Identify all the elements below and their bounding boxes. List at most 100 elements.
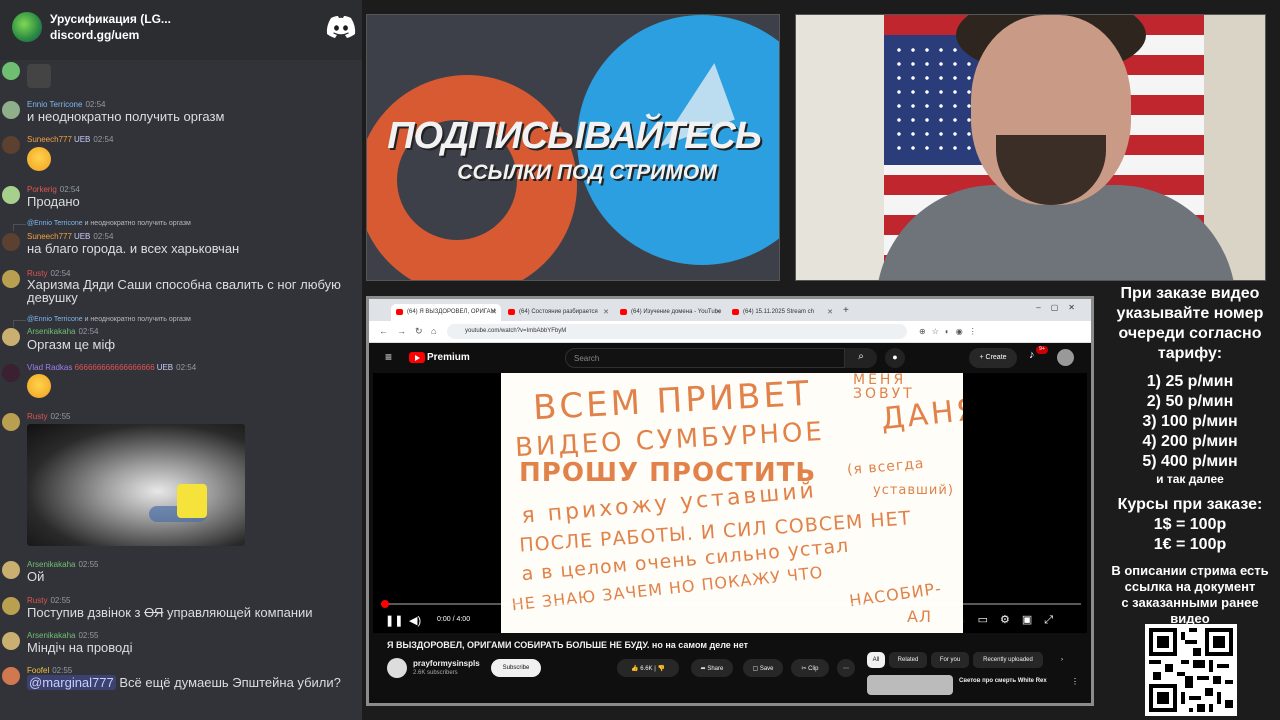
chat-header: Урусификация (LG... discord.gg/uem — [0, 0, 362, 60]
info-line: При заказе видео — [1120, 285, 1260, 302]
tab-close-icon[interactable]: ✕ — [491, 308, 497, 316]
user-avatar — [2, 632, 20, 650]
info-line: указывайте номер — [1116, 305, 1264, 322]
message-text: Поступив дзвінок з ОЯ управляющей компан… — [27, 605, 313, 620]
more-actions-icon[interactable]: ⋯ — [837, 659, 855, 677]
wall — [796, 15, 884, 280]
handwritten-line: НАСОБИР- — [848, 578, 943, 611]
recommended-thumbnail[interactable] — [867, 675, 953, 695]
create-button[interactable]: + Create — [969, 348, 1017, 368]
channel-name[interactable]: prayformysinspls — [413, 659, 480, 668]
channel-avatar[interactable] — [387, 658, 407, 678]
user-avatar — [2, 328, 20, 346]
server-invite-link[interactable]: discord.gg/uem — [50, 28, 139, 42]
server-name: Урусификация (LG... — [50, 12, 171, 26]
info-line: очереди согласно — [1118, 325, 1262, 342]
courses-title: Курсы при заказе: — [1117, 496, 1263, 513]
progress-bar[interactable] — [381, 603, 1081, 605]
message-username[interactable]: Porkerig 02:54 — [27, 185, 80, 194]
message-text: Оргазм це міф — [27, 337, 116, 352]
youtube-page: ≡ Premium Search ⌕ ● + Create ♪ 9+ ВСЕМ … — [369, 343, 1091, 703]
message-username[interactable]: Rusty 02:55 — [27, 596, 70, 605]
more-vert-icon[interactable]: ⋮ — [1071, 677, 1079, 686]
message-text: Ой — [27, 569, 45, 584]
notification-count-badge: 9+ — [1036, 346, 1048, 354]
forward-icon[interactable]: → — [397, 326, 406, 336]
reply-preview[interactable]: @Ennio Terricone и неоднократно получить… — [13, 220, 191, 231]
url-input[interactable]: youtube.com/watch?v=ImbAbbYFbyM — [447, 324, 907, 339]
save-button[interactable]: ▢ Save — [743, 659, 783, 677]
tab-close-icon[interactable]: ✕ — [603, 308, 609, 316]
home-icon[interactable]: ⌂ — [431, 326, 436, 336]
back-icon[interactable]: ← — [379, 326, 388, 336]
window-controls[interactable]: –▢✕ — [1036, 303, 1085, 312]
promo-subtitle: ССЫЛКИ ПОД СТРИМОМ — [457, 161, 717, 184]
recommended-title[interactable]: Светов про смерть White Rex — [959, 678, 1047, 684]
message-username[interactable]: Arsenikakaha 02:55 — [27, 631, 99, 640]
reload-icon[interactable]: ↻ — [415, 326, 423, 337]
subscribe-button[interactable]: Subscribe — [491, 659, 541, 677]
chip-for-you[interactable]: For you — [931, 652, 969, 668]
webcam-feed — [795, 14, 1266, 281]
message-text: @marginal777 Всё ещё думаешь Эпштейна уб… — [27, 675, 341, 690]
user-avatar — [2, 101, 20, 119]
tariff-line: 1) 25 р/мин — [1146, 373, 1234, 390]
message-text: Міндіч на проводі — [27, 640, 133, 655]
tariff-line: 5) 400 р/мин — [1142, 453, 1238, 470]
chip-all[interactable]: All — [867, 652, 885, 668]
subscribe-promo-panel: ПОДПИСЫВАЙТЕСЬ ССЫЛКИ ПОД СТРИМОМ — [366, 14, 780, 281]
message-username[interactable]: Suneech777 UEB 02:54 — [27, 232, 113, 241]
handwritten-line: (я всегда — [846, 455, 926, 479]
user-avatar — [2, 561, 20, 579]
youtube-logo-icon[interactable] — [409, 352, 425, 363]
browser-tab[interactable]: (64) Я ВЫЗДОРОВЕЛ, ОРИГАМ ✕ — [391, 304, 501, 321]
message-text: на благо города. и всех харьковчан — [27, 241, 240, 256]
spongebob-figure — [177, 484, 207, 518]
search-icon[interactable]: ⌕ — [845, 348, 877, 368]
progress-scrubber[interactable] — [380, 600, 389, 608]
message-username[interactable]: Foofel 02:55 — [27, 666, 72, 675]
like-button[interactable]: 👍 6.6K | 👎 — [617, 659, 679, 677]
chip-related[interactable]: Related — [889, 652, 927, 668]
message-text: и неоднократно получить оргазм — [27, 109, 225, 124]
new-tab-icon[interactable]: + — [843, 305, 849, 316]
gif-attachment[interactable] — [27, 424, 245, 546]
player-controls-right[interactable]: ◐▭⚙▣⤢ — [959, 613, 1065, 627]
message-username[interactable]: Rusty 02:55 — [27, 412, 70, 421]
extension-icons[interactable]: ⊕☆◐◉⋮ — [919, 327, 983, 336]
message-username[interactable]: Vlad Radkas 666666666666666666 UEB 02:54 — [27, 363, 196, 372]
volume-icon[interactable]: ◀) — [409, 614, 421, 627]
microphone-icon[interactable]: ● — [885, 348, 905, 368]
browser-tab[interactable]: (64) Изучение домена - YouTube ✕ — [615, 304, 725, 321]
notification-bell-icon[interactable]: ♪ — [1029, 349, 1035, 361]
info-line: с заказанными ранее — [1121, 595, 1259, 610]
reply-preview[interactable]: @Ennio Terricone и неоднократно получить… — [13, 316, 191, 327]
tariff-line: 2) 50 р/мин — [1146, 393, 1234, 410]
pause-icon[interactable]: ❚❚ — [385, 614, 403, 627]
clip-button[interactable]: ✂ Clip — [791, 659, 829, 677]
message-username[interactable]: Ennio Terricone 02:54 — [27, 100, 105, 109]
search-input[interactable]: Search — [565, 348, 845, 368]
user-avatar — [2, 136, 20, 154]
discord-chat-panel: Урусификация (LG... discord.gg/uem Ennio… — [0, 0, 362, 720]
message-username[interactable]: Arsenikakaha 02:54 — [27, 327, 99, 336]
browser-window: (64) Я ВЫЗДОРОВЕЛ, ОРИГАМ ✕ (64) Состояни… — [366, 296, 1094, 706]
tab-close-icon[interactable]: ✕ — [827, 308, 833, 316]
promo-title: ПОДПИСЫВАЙТЕСЬ — [387, 115, 762, 157]
tariff-line: 3) 100 р/мин — [1142, 413, 1238, 430]
message-username[interactable]: Suneech777 UEB 02:54 — [27, 135, 113, 144]
discord-logo-icon — [326, 16, 356, 38]
chip-recently-uploaded[interactable]: Recently uploaded — [973, 652, 1043, 668]
browser-tab[interactable]: (64) 15.11.2025 Stream ch ✕ — [727, 304, 837, 321]
browser-tab[interactable]: (64) Состояние разбирается ✕ — [503, 304, 613, 321]
youtube-logo-text[interactable]: Premium — [427, 352, 470, 363]
message-username[interactable]: Arsenikakaha 02:55 — [27, 560, 99, 569]
user-avatar — [2, 62, 20, 80]
user-avatar — [2, 186, 20, 204]
video-player[interactable]: ВСЕМ ПРИВЕТ МЕНЯ ЗОВУТ ДАНЯ ВИДЕО СУМБУР… — [373, 373, 1087, 633]
chevron-right-icon[interactable]: › — [1055, 652, 1069, 668]
menu-icon[interactable]: ≡ — [385, 350, 392, 364]
tab-close-icon[interactable]: ✕ — [715, 308, 721, 316]
share-button[interactable]: ➦ Share — [691, 659, 733, 677]
account-avatar[interactable] — [1057, 349, 1074, 366]
